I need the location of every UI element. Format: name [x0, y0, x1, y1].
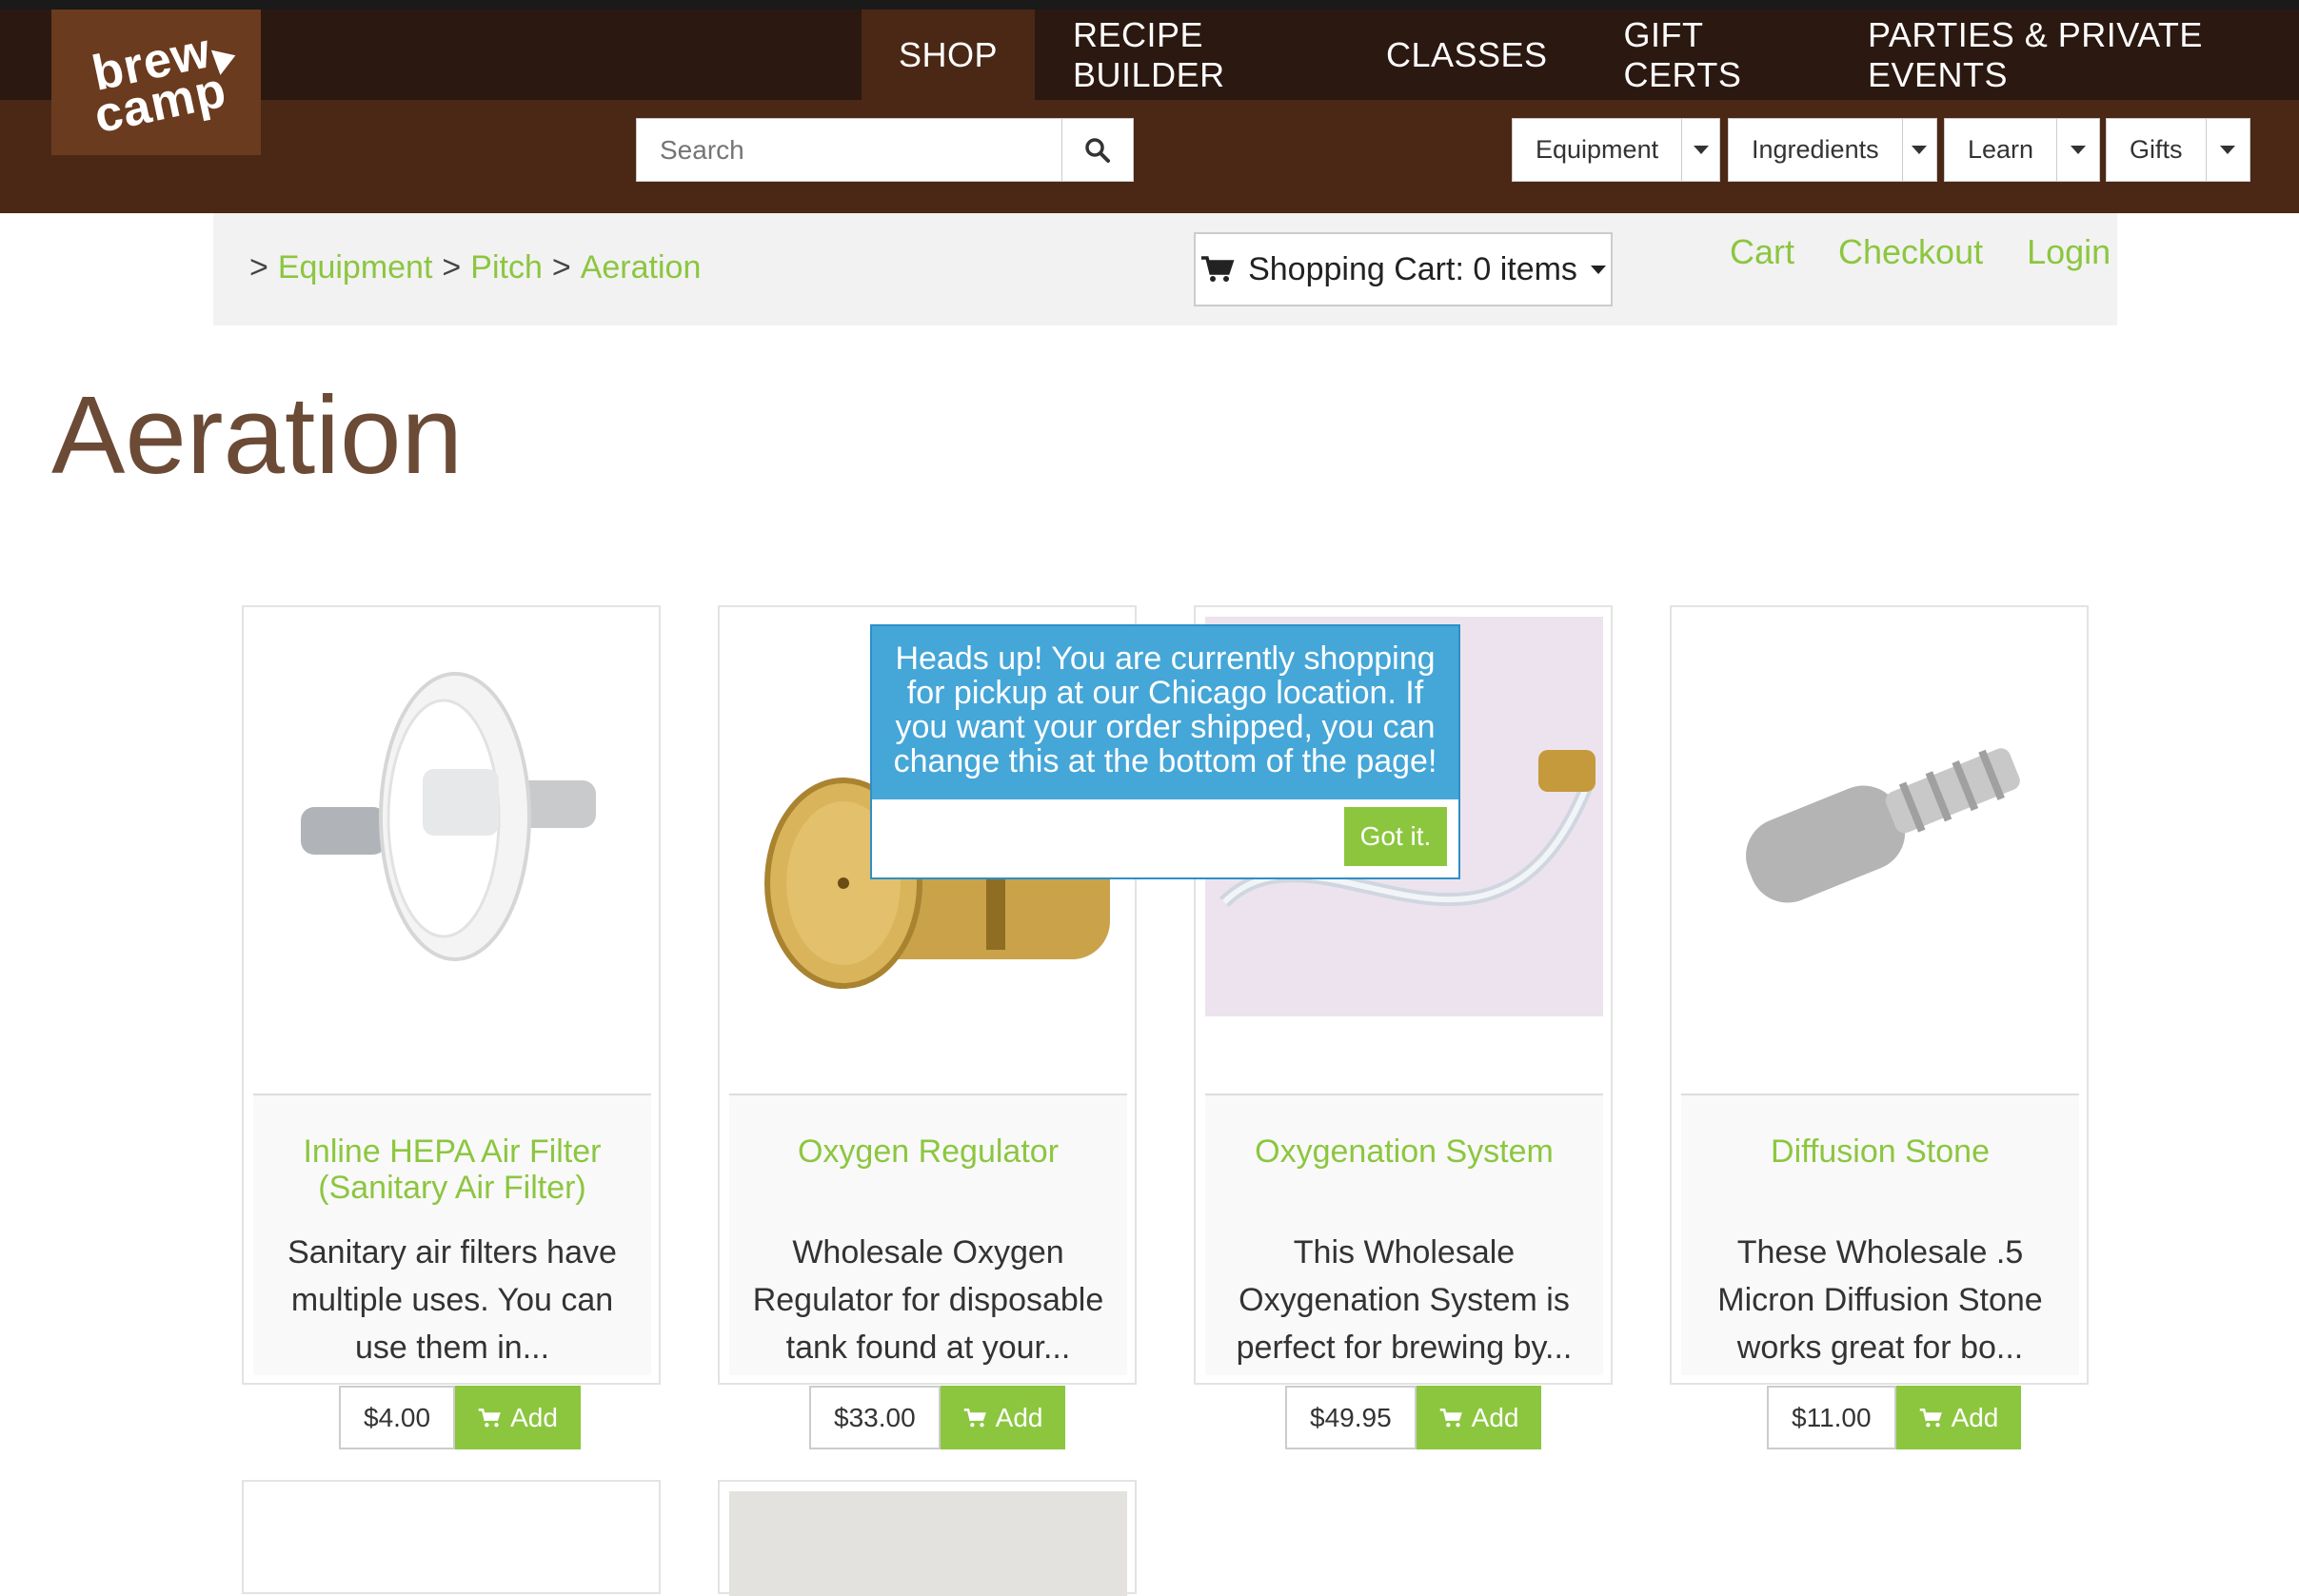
nav-shop[interactable]: SHOP [862, 10, 1036, 100]
product-name[interactable]: Oxygen Regulator [729, 1133, 1127, 1170]
product-price: $11.00 [1767, 1386, 1896, 1449]
chevron-down-icon [1590, 265, 1606, 274]
top-edge [0, 0, 2299, 10]
add-label: Add [510, 1402, 558, 1432]
product-price: $49.95 [1285, 1386, 1417, 1449]
breadcrumb-separator: > [551, 249, 571, 286]
price-add-group: $33.00 Add [809, 1386, 1066, 1449]
add-to-cart-button[interactable]: Add [455, 1386, 581, 1449]
equipment-dropdown[interactable]: Equipment [1512, 118, 1720, 182]
product-info: Oxygen Regulator Wholesale Oxygen Regula… [729, 1095, 1127, 1375]
product-name[interactable]: Oxygenation System [1205, 1133, 1603, 1170]
nav-recipe-builder[interactable]: RECIPE BUILDER [1035, 10, 1348, 100]
price-add-group: $4.00 Add [339, 1386, 581, 1449]
product-info: Inline HEPA Air Filter (Sanitary Air Fil… [253, 1095, 651, 1375]
pickup-location-popup: Heads up! You are currently shopping for… [870, 624, 1460, 879]
air-filter-image [301, 672, 596, 961]
product-info: Oxygenation System This Wholesale Oxygen… [1205, 1095, 1603, 1375]
nav-classes[interactable]: CLASSES [1348, 10, 1586, 100]
cart-icon [478, 1408, 501, 1427]
popup-message: Heads up! You are currently shopping for… [872, 626, 1458, 799]
search-box [636, 118, 1134, 182]
chevron-down-icon[interactable] [2057, 119, 2099, 181]
add-label: Add [1951, 1402, 1999, 1432]
cart-link[interactable]: Cart [1730, 232, 1794, 272]
learn-dropdown-label[interactable]: Learn [1945, 119, 2058, 181]
logo-wordmark: brew camp [82, 23, 231, 144]
brewcamp-logo[interactable]: brew camp [51, 10, 261, 155]
product-description: Sanitary air filters have multiple uses.… [287, 1234, 617, 1366]
breadcrumb-pitch[interactable]: Pitch [470, 249, 543, 286]
gifts-dropdown[interactable]: Gifts [2106, 118, 2250, 182]
breadcrumb-separator: > [249, 249, 268, 286]
chevron-down-icon[interactable] [1903, 119, 1936, 181]
shopping-cart-dropdown[interactable]: Shopping Cart: 0 items [1194, 232, 1613, 306]
cart-icon [1919, 1408, 1942, 1427]
breadcrumb-separator: > [442, 249, 462, 286]
checkout-link[interactable]: Checkout [1838, 232, 1983, 272]
product-image[interactable] [729, 1491, 1127, 1596]
page-title: Aeration [51, 373, 464, 497]
equipment-dropdown-label[interactable]: Equipment [1513, 119, 1683, 181]
ingredients-dropdown[interactable]: Ingredients [1728, 118, 1937, 182]
add-to-cart-button[interactable]: Add [1895, 1386, 2022, 1449]
breadcrumb-equipment[interactable]: Equipment [278, 249, 433, 286]
product-name[interactable]: Diffusion Stone [1681, 1133, 2079, 1170]
product-info: Diffusion Stone These Wholesale .5 Micro… [1681, 1095, 2079, 1375]
chevron-down-icon[interactable] [2207, 119, 2249, 181]
product-description: Wholesale Oxygen Regulator for disposabl… [752, 1234, 1104, 1366]
add-label: Add [1471, 1402, 1519, 1432]
product-card[interactable]: Diffusion Stone These Wholesale .5 Micro… [1670, 605, 2089, 1385]
product-name[interactable]: Inline HEPA Air Filter (Sanitary Air Fil… [253, 1133, 651, 1206]
cart-icon [1201, 256, 1235, 282]
price-add-group: $49.95 Add [1285, 1386, 1542, 1449]
ingredients-dropdown-label[interactable]: Ingredients [1729, 119, 1903, 181]
product-image[interactable] [253, 617, 651, 1093]
add-to-cart-button[interactable]: Add [940, 1386, 1066, 1449]
breadcrumb-aeration[interactable]: Aeration [581, 249, 702, 286]
product-price: $4.00 [339, 1386, 456, 1449]
shopping-cart-label: Shopping Cart: 0 items [1248, 250, 1577, 287]
product-description: These Wholesale .5 Micron Diffusion Ston… [1717, 1234, 2043, 1366]
cart-icon [963, 1408, 986, 1427]
main-nav: SHOP RECIPE BUILDER CLASSES GIFT CERTS P… [862, 10, 2299, 100]
product-card[interactable] [718, 1480, 1137, 1596]
search-icon [1085, 137, 1110, 163]
got-it-button[interactable]: Got it. [1344, 807, 1447, 866]
breadcrumb: > Equipment > Pitch > Aeration [249, 249, 701, 286]
add-to-cart-button[interactable]: Add [1416, 1386, 1542, 1449]
product-card[interactable]: Inline HEPA Air Filter (Sanitary Air Fil… [242, 605, 661, 1385]
product-description: This Wholesale Oxygenation System is per… [1236, 1234, 1573, 1366]
cart-icon [1439, 1408, 1462, 1427]
login-link[interactable]: Login [2027, 232, 2111, 272]
price-add-group: $11.00 Add [1767, 1386, 2022, 1449]
diffusion-stone-image [1746, 748, 2020, 903]
product-image[interactable] [1681, 617, 2079, 1093]
product-price: $33.00 [809, 1386, 941, 1449]
account-links: Cart Checkout Login [1730, 232, 2111, 272]
search-input[interactable] [637, 119, 1061, 181]
product-card[interactable] [242, 1480, 661, 1594]
nav-gift-certs[interactable]: GIFT CERTS [1586, 10, 1830, 100]
gifts-dropdown-label[interactable]: Gifts [2107, 119, 2207, 181]
search-button[interactable] [1061, 119, 1133, 181]
learn-dropdown[interactable]: Learn [1944, 118, 2100, 182]
add-label: Add [995, 1402, 1043, 1432]
chevron-down-icon[interactable] [1682, 119, 1719, 181]
nav-parties-private-events[interactable]: PARTIES & PRIVATE EVENTS [1830, 10, 2299, 100]
